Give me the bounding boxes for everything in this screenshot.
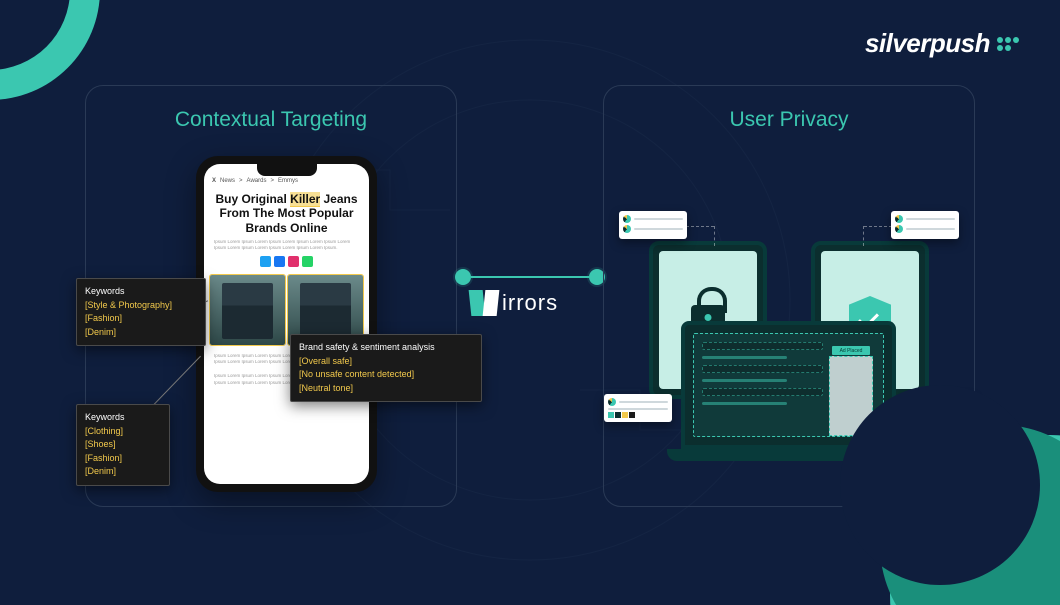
swatch-row	[608, 412, 668, 418]
article-headline: Buy Original Killer Jeans From The Most …	[204, 188, 369, 239]
callout-lead-2	[152, 356, 201, 407]
facebook-icon	[274, 256, 285, 267]
dashed-path-1b	[714, 226, 715, 246]
corner-swoosh-bottom-right	[890, 435, 1060, 605]
info-card-bottom-left	[604, 394, 672, 422]
brand-logo: silverpush	[865, 28, 1020, 59]
brand-dots-icon	[996, 36, 1020, 52]
dashed-path-2b	[863, 226, 864, 246]
right-panel-title: User Privacy	[604, 86, 974, 132]
whatsapp-icon	[302, 256, 313, 267]
dashed-path-2a	[864, 226, 892, 227]
social-icons	[204, 252, 369, 271]
mirrors-mark-icon	[470, 290, 498, 316]
pie-icon	[623, 215, 631, 223]
dashed-path-1a	[686, 226, 714, 227]
close-icon: X	[212, 178, 216, 184]
contextual-targeting-panel: Contextual Targeting X News > Awards > E…	[85, 85, 457, 507]
phone-mockup: X News > Awards > Emmys Buy Original Kil…	[196, 156, 377, 492]
pie-icon	[608, 398, 616, 406]
connector-node-left	[455, 269, 471, 285]
keywords-callout-1: Keywords [Style & Photography] [Fashion]…	[76, 278, 206, 346]
brand-name: silverpush	[865, 28, 990, 59]
connector-line	[455, 265, 605, 289]
highlighted-keyword: Killer	[290, 192, 320, 207]
mirrors-wordmark: irrors	[502, 290, 558, 316]
info-card-top-left	[619, 211, 687, 239]
article-body-excerpt: Ipsum Lorem Ipsum Lorem Ipsum Lorem Ipsu…	[204, 239, 369, 252]
twitter-icon	[260, 256, 271, 267]
corner-swoosh-top-left	[0, 0, 100, 100]
keywords-callout-2: Keywords [Clothing] [Shoes] [Fashion] [D…	[76, 404, 170, 486]
phone-notch	[257, 164, 317, 176]
detected-image-1	[210, 275, 285, 345]
pie-icon	[895, 215, 903, 223]
mirrors-logo: irrors	[470, 290, 590, 316]
ad-slot-label: Ad Placed	[832, 346, 870, 355]
brand-safety-callout: Brand safety & sentiment analysis [Overa…	[290, 334, 482, 402]
info-card-top-right	[891, 211, 959, 239]
laptop-screen: Ad Placed	[693, 333, 884, 437]
phone-screen: X News > Awards > Emmys Buy Original Kil…	[204, 164, 369, 484]
connector-segment	[471, 276, 589, 278]
pie-icon	[623, 225, 631, 233]
pie-icon	[895, 225, 903, 233]
instagram-icon	[288, 256, 299, 267]
left-panel-title: Contextual Targeting	[86, 86, 456, 132]
